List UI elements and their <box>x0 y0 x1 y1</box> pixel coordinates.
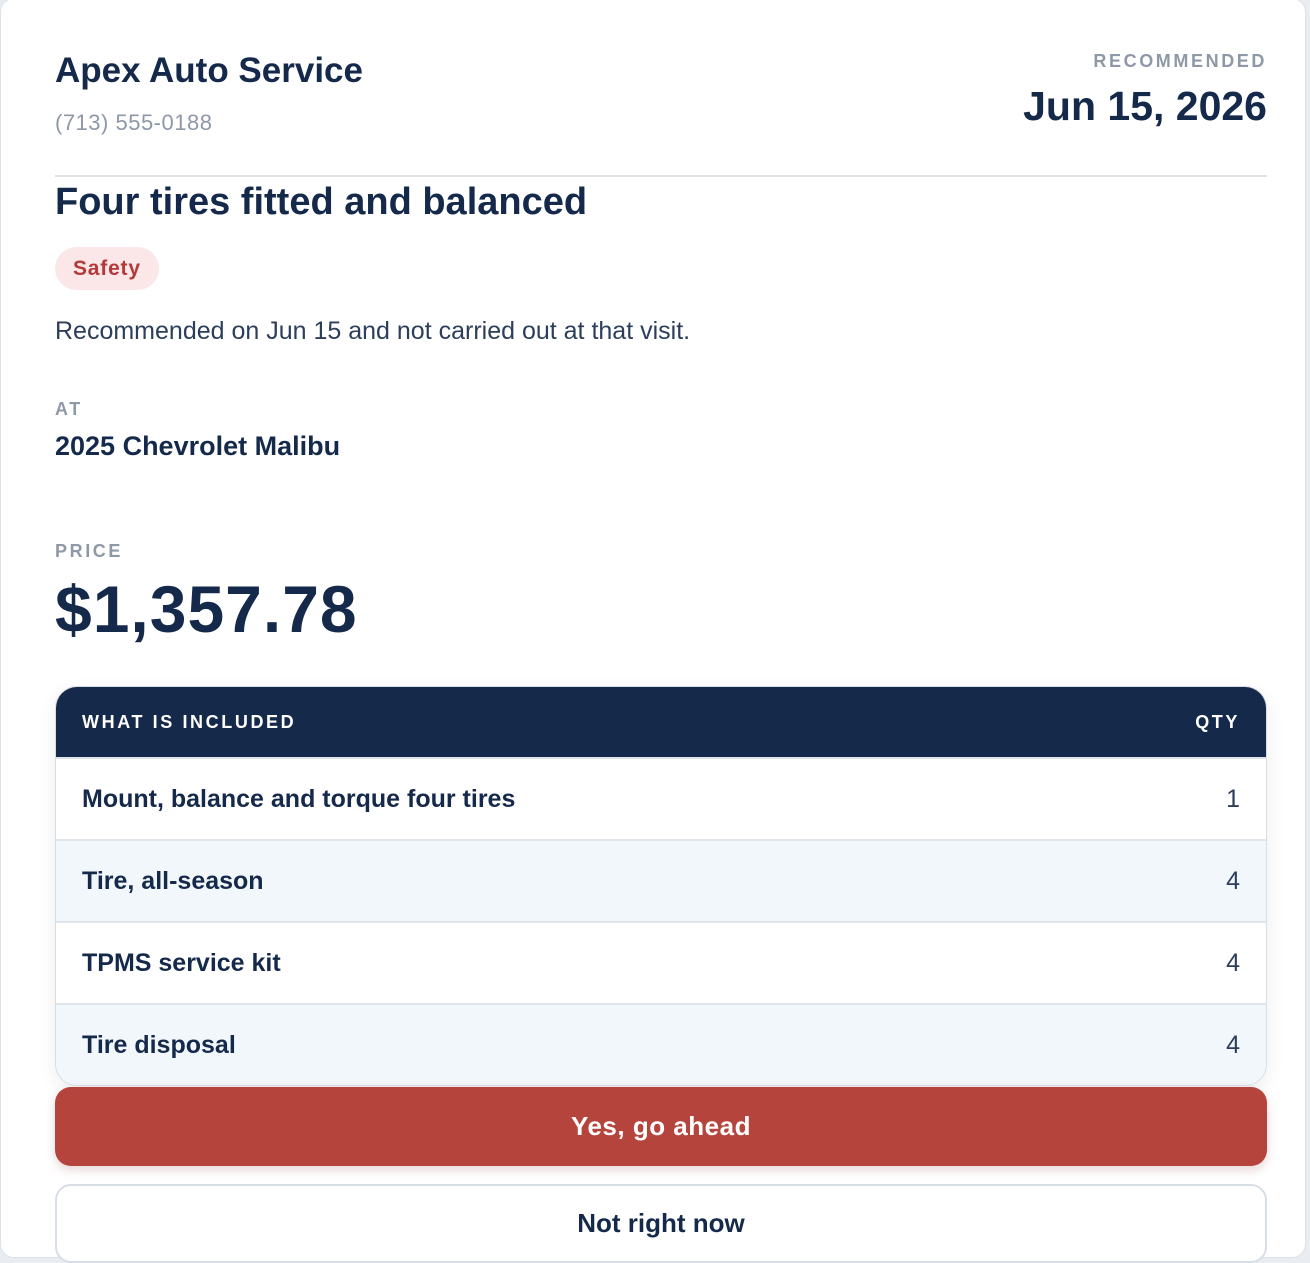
vehicle-label: AT <box>55 399 83 419</box>
recommended-date: Jun 15, 2026 <box>1023 83 1267 129</box>
price-label: PRICE <box>55 541 124 561</box>
shop-name: Apex Auto Service <box>55 51 363 90</box>
row-qty: 4 <box>1226 866 1240 895</box>
row-item: TPMS service kit <box>82 948 281 977</box>
decline-button[interactable]: Not right now <box>55 1184 1267 1263</box>
safety-badge: Safety <box>55 247 159 290</box>
price-amount: $1,357.78 <box>55 572 358 646</box>
row-item: Tire disposal <box>82 1030 236 1059</box>
included-table: WHAT IS INCLUDED QTY Mount, balance and … <box>55 686 1267 1086</box>
table-row: Mount, balance and torque four tires 1 <box>56 757 1266 839</box>
row-item: Mount, balance and torque four tires <box>82 784 516 813</box>
table-row: Tire disposal 4 <box>56 1003 1266 1085</box>
job-title: Four tires fitted and balanced <box>55 181 588 223</box>
header-divider <box>55 175 1267 177</box>
header-qty-label: QTY <box>1195 711 1240 732</box>
row-qty: 1 <box>1226 784 1240 813</box>
job-note: Recommended on Jun 15 and not carried ou… <box>55 317 691 345</box>
table-row: TPMS service kit 4 <box>56 921 1266 1003</box>
row-item: Tire, all-season <box>82 866 264 895</box>
vehicle-name: 2025 Chevrolet Malibu <box>55 431 341 461</box>
approval-card: Apex Auto Service (713) 555-0188 RECOMME… <box>0 0 1306 1263</box>
row-qty: 4 <box>1226 948 1240 977</box>
header-item-label: WHAT IS INCLUDED <box>82 711 297 732</box>
included-table-header: WHAT IS INCLUDED QTY <box>56 687 1266 757</box>
recommended-label: RECOMMENDED <box>1093 51 1267 71</box>
table-row: Tire, all-season 4 <box>56 839 1266 921</box>
approve-button[interactable]: Yes, go ahead <box>55 1087 1267 1166</box>
row-qty: 4 <box>1226 1030 1240 1059</box>
shop-phone: (713) 555-0188 <box>55 110 213 135</box>
